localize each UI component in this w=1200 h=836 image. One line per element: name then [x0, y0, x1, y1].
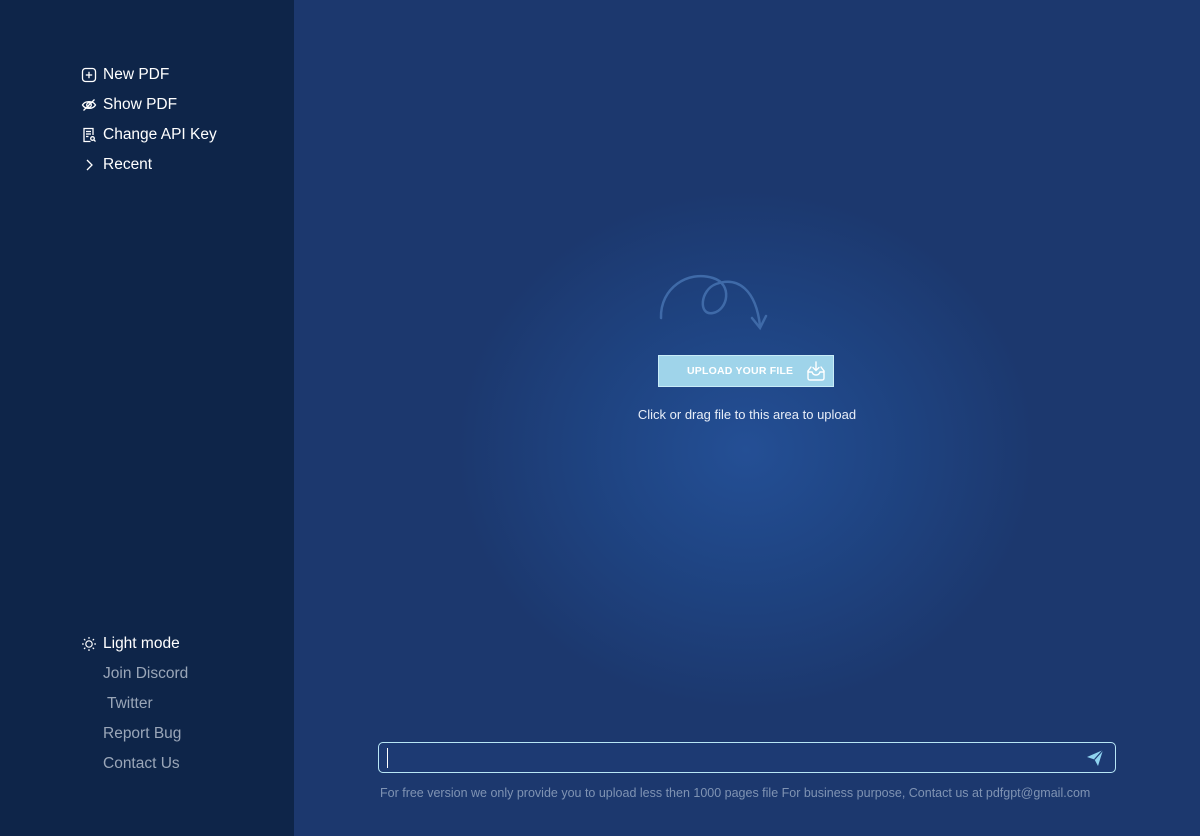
- join-discord-link[interactable]: Join Discord: [80, 659, 188, 689]
- new-pdf-label: New PDF: [103, 66, 170, 83]
- plus-square-icon: [80, 67, 97, 84]
- contact-us-link[interactable]: Contact Us: [80, 749, 188, 779]
- sidebar-top-nav: New PDF Show PDF Change API Key Recent: [80, 60, 217, 180]
- usage-notice: For free version we only provide you to …: [380, 786, 1091, 800]
- new-pdf-button[interactable]: New PDF: [80, 60, 217, 90]
- inbox-download-icon: [807, 361, 825, 381]
- change-api-key-button[interactable]: Change API Key: [80, 120, 217, 150]
- sidebar-bottom-nav: Light mode Join Discord Twitter Report B…: [80, 629, 188, 779]
- upload-hint: Click or drag file to this area to uploa…: [637, 407, 857, 422]
- upload-file-button[interactable]: UPLOAD YOUR FILE: [658, 355, 834, 387]
- curly-arrow-icon: [659, 274, 768, 331]
- show-pdf-label: Show PDF: [103, 96, 178, 113]
- chevron-right-icon: [80, 157, 97, 174]
- recent-toggle[interactable]: Recent: [80, 150, 217, 180]
- eye-off-icon: [80, 97, 97, 114]
- show-pdf-button[interactable]: Show PDF: [80, 90, 217, 120]
- chat-input-box: [378, 742, 1116, 773]
- document-search-icon: [80, 127, 97, 144]
- light-mode-toggle[interactable]: Light mode: [80, 629, 188, 659]
- sidebar: New PDF Show PDF Change API Key Recent L…: [0, 0, 294, 836]
- light-mode-label: Light mode: [103, 635, 180, 652]
- change-api-key-label: Change API Key: [103, 126, 217, 143]
- upload-dropzone[interactable]: UPLOAD YOUR FILE Click or drag file to t…: [294, 0, 1200, 836]
- send-icon[interactable]: [1085, 748, 1105, 768]
- sun-icon: [80, 636, 97, 653]
- report-bug-link[interactable]: Report Bug: [80, 719, 188, 749]
- twitter-link[interactable]: Twitter: [80, 689, 188, 719]
- upload-file-label: UPLOAD YOUR FILE: [687, 365, 794, 377]
- chat-input[interactable]: [387, 748, 1067, 768]
- recent-label: Recent: [103, 156, 153, 173]
